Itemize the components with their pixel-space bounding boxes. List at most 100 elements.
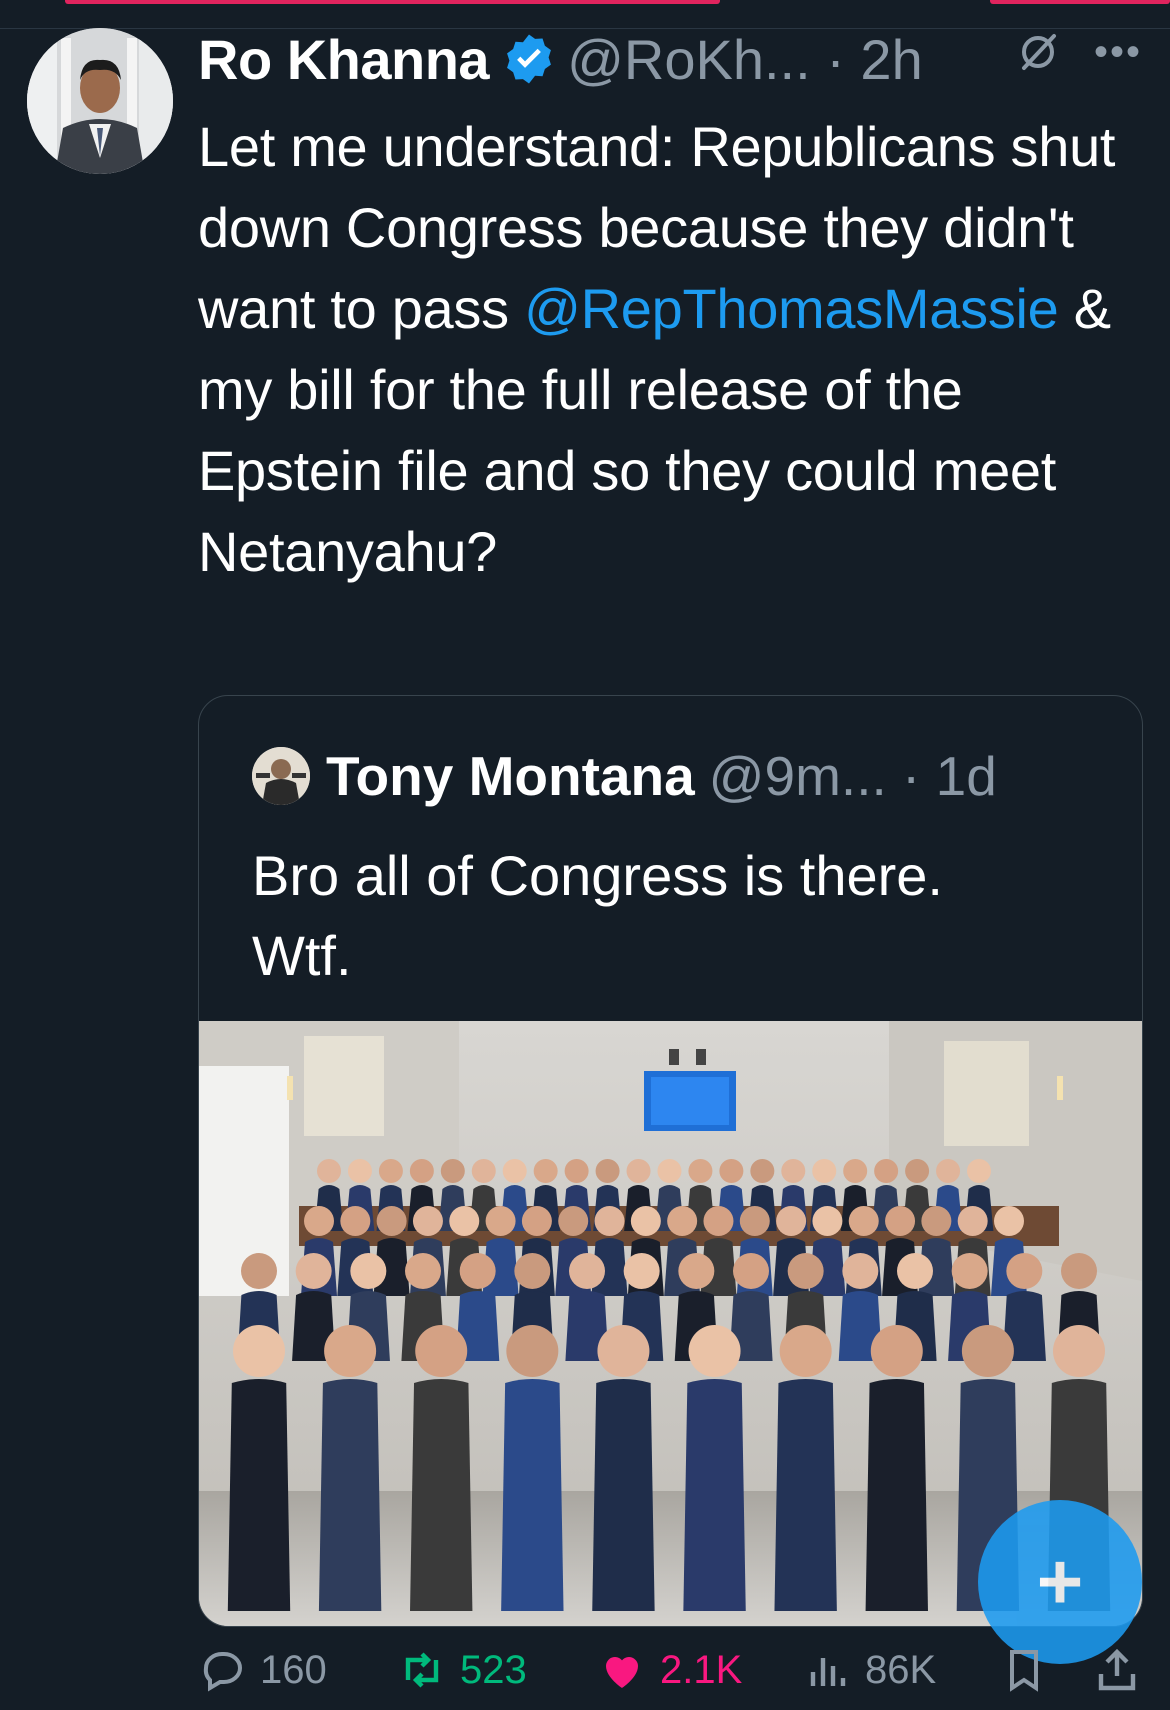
crowd-head <box>514 1253 551 1289</box>
crowd-head <box>595 1159 620 1183</box>
views-icon <box>810 1658 846 1686</box>
crowd-head <box>347 1159 372 1183</box>
progress-bar <box>65 0 720 4</box>
crowd-head <box>376 1206 407 1236</box>
crowd-body <box>592 1379 655 1611</box>
tweet-header: Ro Khanna @RoKh... · 2h <box>198 24 923 94</box>
quoted-tweet-header: Tony Montana @9m... · 1d <box>252 744 997 808</box>
crowd-head <box>667 1206 698 1236</box>
crowd-head <box>678 1253 715 1289</box>
reply-button[interactable]: 160 <box>198 1646 327 1694</box>
crowd-head <box>921 1206 952 1236</box>
quoted-text-line-2: Wtf. <box>252 924 352 987</box>
crowd-head <box>558 1206 589 1236</box>
reply-icon <box>203 1652 242 1692</box>
crowd-head <box>471 1159 496 1183</box>
crowd-head <box>233 1325 285 1377</box>
crowd-head <box>719 1159 744 1183</box>
quoted-tweet-text: Bro all of Congress is there. Wtf. <box>252 836 1102 996</box>
crowd-head <box>626 1159 651 1183</box>
crowd-head <box>502 1159 527 1183</box>
tweet-text: Let me understand: Republicans shut down… <box>198 106 1158 592</box>
crowd-head <box>415 1325 468 1377</box>
quoted-author-avatar[interactable] <box>252 747 310 805</box>
crowd-head <box>779 1325 832 1377</box>
author-name[interactable]: Ro Khanna <box>198 27 490 92</box>
share-button[interactable] <box>1093 1646 1155 1694</box>
crowd-head <box>787 1253 824 1289</box>
crowd-head <box>733 1253 769 1289</box>
crowd-head <box>378 1159 403 1183</box>
crowd-head <box>317 1159 341 1183</box>
like-count: 2.1K <box>660 1647 743 1692</box>
quoted-author-name[interactable]: Tony Montana <box>326 744 695 808</box>
views-button[interactable]: 86K <box>803 1646 936 1694</box>
crowd-head <box>870 1325 923 1377</box>
quoted-author-handle-time[interactable]: @9m... · 1d <box>709 744 997 808</box>
crowd-head <box>533 1159 558 1183</box>
quoted-tweet-card[interactable]: Tony Montana @9m... · 1d Bro all of Cong… <box>198 695 1143 1627</box>
crowd-head <box>994 1206 1024 1236</box>
bookmark-icon <box>1010 1650 1038 1692</box>
crowd-head <box>843 1159 868 1183</box>
crowd-head <box>885 1206 916 1236</box>
author-handle-time[interactable]: @RoKh... · 2h <box>567 27 923 92</box>
crowd-head <box>506 1325 559 1377</box>
crowd-head <box>739 1206 770 1236</box>
crowd-head <box>750 1159 775 1183</box>
crowd-head <box>781 1159 806 1183</box>
crowd-head <box>405 1253 441 1289</box>
crowd-body <box>865 1379 928 1611</box>
crowd-head <box>459 1253 496 1289</box>
crowd-head <box>295 1253 332 1289</box>
crowd-head <box>957 1206 988 1236</box>
repost-button[interactable]: 523 <box>398 1646 527 1694</box>
repost-count: 523 <box>460 1647 527 1692</box>
heart-icon <box>606 1657 638 1688</box>
crowd-head <box>936 1159 961 1183</box>
crowd-head <box>848 1206 879 1236</box>
quoted-text-line-1: Bro all of Congress is there. <box>252 844 943 907</box>
crowd-head <box>961 1325 1014 1377</box>
crowd-body <box>683 1379 746 1611</box>
crowd-head <box>449 1206 480 1236</box>
crowd-head <box>564 1159 589 1183</box>
crowd-head <box>703 1206 734 1236</box>
crowd-head <box>812 1159 837 1183</box>
compose-plus-icon: + <box>1036 1537 1084 1626</box>
crowd-head <box>874 1159 899 1183</box>
crowd-head <box>897 1253 933 1289</box>
like-button[interactable]: 2.1K <box>598 1646 742 1694</box>
crowd-head <box>521 1206 552 1236</box>
crowd-body <box>227 1379 291 1611</box>
more-icon[interactable]: ••• <box>1094 32 1142 72</box>
crowd-head <box>1053 1325 1105 1377</box>
verified-badge-icon <box>501 31 557 87</box>
tweet-top-actions: ••• <box>1016 30 1142 74</box>
bookmark-button[interactable] <box>1000 1646 1062 1694</box>
crowd-head <box>951 1253 988 1289</box>
crowd-head <box>569 1253 605 1289</box>
crowd-head <box>688 1159 713 1183</box>
crowd-head <box>350 1253 387 1289</box>
mention-link[interactable]: @RepThomasMassie <box>524 277 1059 340</box>
crowd-body <box>774 1379 837 1611</box>
reply-count: 160 <box>260 1647 327 1692</box>
crowd-head <box>812 1206 843 1236</box>
crowd-head <box>776 1206 807 1236</box>
views-count: 86K <box>865 1647 937 1692</box>
crowd-head <box>905 1159 930 1183</box>
crowd-head <box>597 1325 650 1377</box>
crowd-head <box>623 1253 660 1289</box>
author-avatar[interactable] <box>27 28 173 174</box>
crowd-body <box>318 1379 382 1611</box>
crowd-head <box>241 1253 277 1289</box>
crowd-head <box>440 1159 465 1183</box>
crowd-head <box>688 1325 741 1377</box>
crowd-head <box>304 1206 334 1236</box>
crowd-head <box>340 1206 371 1236</box>
grok-icon[interactable] <box>1016 30 1060 74</box>
crowd-head <box>412 1206 443 1236</box>
crowd-head <box>630 1206 661 1236</box>
crowd-head <box>842 1253 879 1289</box>
